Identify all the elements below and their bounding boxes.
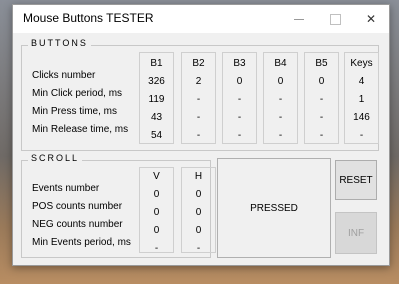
value-cell: 0 xyxy=(277,76,284,87)
row-label-min-press-time: Min Press time, ms xyxy=(32,106,118,117)
value-cell: - xyxy=(154,243,159,254)
column-header: B3 xyxy=(233,58,246,69)
value-cell: - xyxy=(196,130,201,141)
column-header: V xyxy=(153,171,160,182)
value-cell: - xyxy=(196,112,201,123)
value-cell: 0 xyxy=(236,76,243,87)
minimize-icon xyxy=(294,18,304,20)
click-test-area[interactable]: PRESSED xyxy=(217,158,331,258)
inf-button[interactable]: INF xyxy=(335,212,377,254)
status-text: PRESSED xyxy=(250,202,298,214)
value-cell: - xyxy=(237,94,242,105)
maximize-button[interactable] xyxy=(317,5,353,33)
value-cell: 0 xyxy=(318,76,325,87)
row-label-min-click-period: Min Click period, ms xyxy=(32,88,123,99)
value-cell: 1 xyxy=(358,94,365,105)
value-cell: 0 xyxy=(153,207,160,218)
value-cell: - xyxy=(196,243,201,254)
value-cell: - xyxy=(319,94,324,105)
value-cell: - xyxy=(359,130,364,141)
row-label-min-release-time: Min Release time, ms xyxy=(32,124,129,135)
minimize-button[interactable] xyxy=(281,5,317,33)
value-cell: 4 xyxy=(358,76,365,87)
value-cell: - xyxy=(319,130,324,141)
column-v: V 0 0 0 - xyxy=(139,167,174,254)
value-cell: 0 xyxy=(195,189,202,200)
value-cell: 119 xyxy=(148,94,165,105)
value-cell: - xyxy=(237,130,242,141)
row-label-clicks: Clicks number xyxy=(32,70,96,81)
row-label-min-events-period: Min Events period, ms xyxy=(32,237,131,248)
value-cell: 0 xyxy=(153,225,160,236)
column-header: B5 xyxy=(315,58,328,69)
value-cell: 54 xyxy=(150,130,163,141)
app-window: Mouse Buttons TESTER ✕ BUTTONS Clicks nu… xyxy=(12,4,390,266)
value-cell: - xyxy=(237,112,242,123)
column-header: B1 xyxy=(150,58,163,69)
column-b5: B5 0 - - - xyxy=(304,52,339,144)
column-b1: B1 326 119 43 54 xyxy=(139,52,174,144)
value-cell: 2 xyxy=(195,76,202,87)
window-title: Mouse Buttons TESTER xyxy=(23,11,154,25)
column-header: H xyxy=(194,171,203,182)
value-cell: - xyxy=(278,130,283,141)
title-bar[interactable]: Mouse Buttons TESTER ✕ xyxy=(13,5,389,33)
value-cell: 326 xyxy=(148,76,165,87)
buttons-group: BUTTONS Clicks number Min Click period, … xyxy=(21,38,379,151)
close-icon: ✕ xyxy=(365,12,377,26)
value-cell: 43 xyxy=(150,112,163,123)
value-cell: 0 xyxy=(195,207,202,218)
value-cell: - xyxy=(196,94,201,105)
row-label-pos-counts: POS counts number xyxy=(32,201,123,212)
value-cell: 146 xyxy=(353,112,370,123)
value-cell: - xyxy=(278,112,283,123)
close-button[interactable]: ✕ xyxy=(353,5,389,33)
value-cell: 0 xyxy=(195,225,202,236)
row-label-neg-counts: NEG counts number xyxy=(32,219,123,230)
column-keys: Keys 4 1 146 - xyxy=(344,52,379,144)
column-b4: B4 0 - - - xyxy=(263,52,298,144)
buttons-group-title: BUTTONS xyxy=(28,38,91,48)
value-cell: - xyxy=(319,112,324,123)
column-header: Keys xyxy=(350,58,373,69)
scroll-group: SCROLL Events number POS counts number N… xyxy=(21,153,216,258)
reset-button[interactable]: RESET xyxy=(335,160,377,200)
scroll-group-title: SCROLL xyxy=(28,153,83,163)
column-b3: B3 0 - - - xyxy=(222,52,257,144)
value-cell: - xyxy=(278,94,283,105)
column-header: B4 xyxy=(274,58,287,69)
maximize-icon xyxy=(329,13,341,25)
column-header: B2 xyxy=(192,58,205,69)
column-h: H 0 0 0 - xyxy=(181,167,216,254)
value-cell: 0 xyxy=(153,189,160,200)
column-b2: B2 2 - - - xyxy=(181,52,216,144)
row-label-events-number: Events number xyxy=(32,183,100,194)
